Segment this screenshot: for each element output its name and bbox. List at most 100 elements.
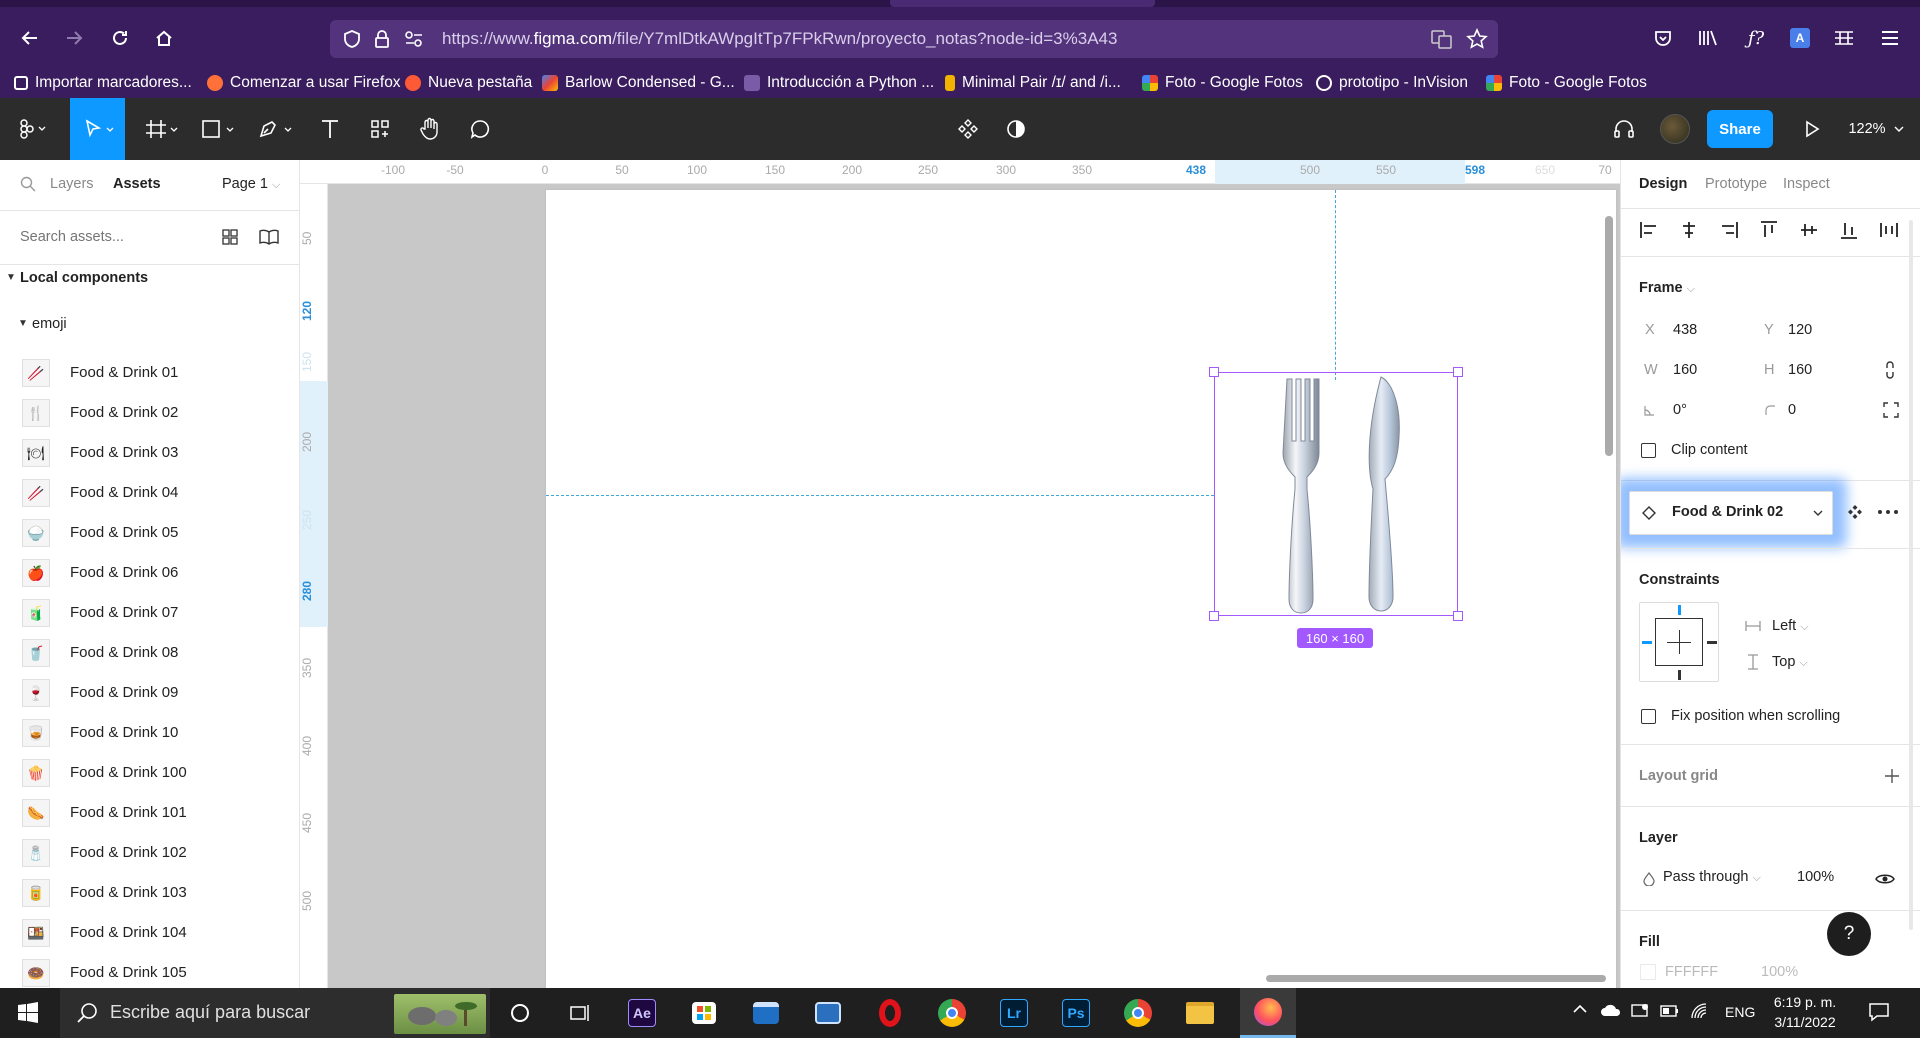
asset-item[interactable]: 🍚 Food & Drink 05 <box>0 512 299 552</box>
menu-icon[interactable] <box>1874 22 1906 54</box>
clock[interactable]: 6:19 p. m. 3/11/2022 <box>1762 992 1848 1036</box>
library-icon[interactable] <box>1692 22 1724 54</box>
bookmark-item[interactable]: Minimal Pair /ɪ/ and /i... <box>945 72 1121 94</box>
bookmark-star-icon[interactable] <box>1466 28 1488 50</box>
wifi-icon[interactable] <box>1690 1002 1710 1020</box>
clip-content-checkbox[interactable] <box>1641 443 1656 458</box>
resize-handle[interactable] <box>1453 611 1463 621</box>
lock-icon[interactable] <box>374 29 390 49</box>
permissions-icon[interactable] <box>404 30 424 48</box>
bookmark-item[interactable]: Comenzar a usar Firefox <box>207 72 401 94</box>
bookmark-item[interactable]: Foto - Google Fotos <box>1486 72 1647 94</box>
asset-item[interactable]: 🥃 Food & Drink 10 <box>0 712 299 752</box>
text-tool-icon[interactable] <box>310 98 350 160</box>
constraint-left-active[interactable] <box>1642 641 1652 644</box>
function-icon[interactable]: ƒ? <box>1740 22 1772 54</box>
app-window-icon[interactable] <box>744 993 788 1033</box>
independent-corners-icon[interactable] <box>1883 402 1899 418</box>
help-button[interactable]: ? <box>1827 912 1871 956</box>
asset-item[interactable]: 🧃 Food & Drink 07 <box>0 592 299 632</box>
taskbar-search[interactable]: Escribe aquí para buscar <box>60 988 490 1038</box>
go-to-main-component-icon[interactable] <box>1847 504 1863 520</box>
shield-icon[interactable] <box>343 29 361 49</box>
bookmark-item[interactable]: prototipo - InVision <box>1316 72 1468 94</box>
page-selector[interactable]: Page 1 ⌵ <box>222 176 280 192</box>
asset-item[interactable]: 🍩 Food & Drink 105 <box>0 952 299 992</box>
url-bar[interactable]: https://www.figma.com/file/Y7mlDtkAWpgIt… <box>330 20 1498 58</box>
eye-icon[interactable] <box>1875 872 1895 886</box>
distribute-icon[interactable] <box>1879 220 1899 240</box>
contrast-icon[interactable] <box>996 98 1036 160</box>
tab-design[interactable]: Design <box>1639 176 1687 192</box>
constraints-widget[interactable] <box>1639 602 1719 682</box>
language-indicator[interactable]: ENG <box>1725 1004 1755 1020</box>
more-options-icon[interactable] <box>1877 509 1899 515</box>
asset-item[interactable]: 🥤 Food & Drink 08 <box>0 632 299 672</box>
asset-item[interactable]: 🍱 Food & Drink 104 <box>0 912 299 952</box>
reload-icon[interactable] <box>104 22 136 54</box>
tab-assets[interactable]: Assets <box>113 176 161 192</box>
monitor-icon[interactable] <box>1630 1002 1650 1020</box>
align-bottom-icon[interactable] <box>1839 220 1859 240</box>
corner-radius-field[interactable]: 0 <box>1788 402 1796 418</box>
asset-item[interactable]: 🍷 Food & Drink 09 <box>0 672 299 712</box>
hand-tool-icon[interactable] <box>410 98 450 160</box>
library-book-icon[interactable] <box>258 228 280 246</box>
windows-start-icon[interactable] <box>6 993 50 1033</box>
share-button[interactable]: Share <box>1707 110 1773 148</box>
asset-item[interactable]: 🌭 Food & Drink 101 <box>0 792 299 832</box>
vertical-constraint-dropdown[interactable]: Top ⌵ <box>1772 654 1808 670</box>
horizontal-constraint-dropdown[interactable]: Left ⌵ <box>1772 618 1809 634</box>
tab-layers[interactable]: Layers <box>50 176 94 192</box>
constraint-top-active[interactable] <box>1678 605 1681 615</box>
notifications-icon[interactable] <box>1868 1001 1890 1023</box>
url-text[interactable]: https://www.figma.com/file/Y7mlDtkAWpgIt… <box>442 29 1117 49</box>
grid-view-icon[interactable] <box>222 229 238 245</box>
horizontal-scrollbar[interactable] <box>1266 975 1606 982</box>
caret-down-icon[interactable]: ▼ <box>6 272 16 283</box>
zoom-dropdown[interactable]: 122% <box>1842 98 1912 160</box>
translate-ext-icon[interactable]: A <box>1784 22 1816 54</box>
caret-down-icon[interactable]: ▼ <box>18 318 28 329</box>
blend-mode-dropdown[interactable]: Pass through ⌵ <box>1663 869 1761 885</box>
lightroom-icon[interactable]: Lr <box>992 993 1036 1033</box>
comment-tool-icon[interactable] <box>460 98 500 160</box>
component-instance-selector[interactable]: Food & Drink 02 <box>1629 491 1833 535</box>
search-assets-input[interactable] <box>20 222 200 252</box>
selected-component[interactable] <box>1214 372 1458 616</box>
chrome-icon[interactable] <box>930 993 974 1033</box>
pocket-icon[interactable] <box>1647 22 1679 54</box>
microsoft-store-icon[interactable] <box>682 993 726 1033</box>
resources-icon[interactable] <box>360 98 400 160</box>
constrain-proportions-icon[interactable] <box>1883 360 1897 380</box>
asset-item[interactable]: 🥫 Food & Drink 103 <box>0 872 299 912</box>
width-field[interactable]: 160 <box>1673 362 1697 378</box>
opera-icon[interactable] <box>868 993 912 1033</box>
x-field[interactable]: 438 <box>1673 322 1697 338</box>
translate-icon[interactable] <box>1431 29 1453 49</box>
chevron-up-icon[interactable] <box>1572 1003 1588 1015</box>
align-vertical-center-icon[interactable] <box>1799 220 1819 240</box>
photoshop-icon[interactable]: Ps <box>1054 993 1098 1033</box>
tab-inspect[interactable]: Inspect <box>1783 176 1830 192</box>
align-left-icon[interactable] <box>1639 220 1659 240</box>
extension-icon[interactable] <box>1828 22 1860 54</box>
home-icon[interactable] <box>148 22 180 54</box>
component-icon[interactable] <box>948 98 988 160</box>
align-top-icon[interactable] <box>1759 220 1779 240</box>
onedrive-icon[interactable] <box>1600 1002 1622 1018</box>
asset-item[interactable]: 🍴 Food & Drink 02 <box>0 392 299 432</box>
align-horizontal-center-icon[interactable] <box>1679 220 1699 240</box>
resize-handle[interactable] <box>1209 611 1219 621</box>
vertical-scrollbar[interactable] <box>1605 216 1613 456</box>
main-menu-icon[interactable] <box>10 98 54 160</box>
audio-icon[interactable] <box>1604 98 1644 160</box>
fill-hex-field[interactable]: FFFFFF <box>1665 964 1718 980</box>
layer-opacity-field[interactable]: 100% <box>1797 869 1834 885</box>
fill-opacity-field[interactable]: 100% <box>1761 964 1798 980</box>
bookmark-item[interactable]: Nueva pestaña <box>405 72 532 94</box>
constraint-right[interactable] <box>1707 641 1717 644</box>
frame-tool-icon[interactable] <box>140 98 184 160</box>
panel-scrollbar[interactable] <box>1909 220 1913 930</box>
fix-position-checkbox[interactable] <box>1641 709 1656 724</box>
